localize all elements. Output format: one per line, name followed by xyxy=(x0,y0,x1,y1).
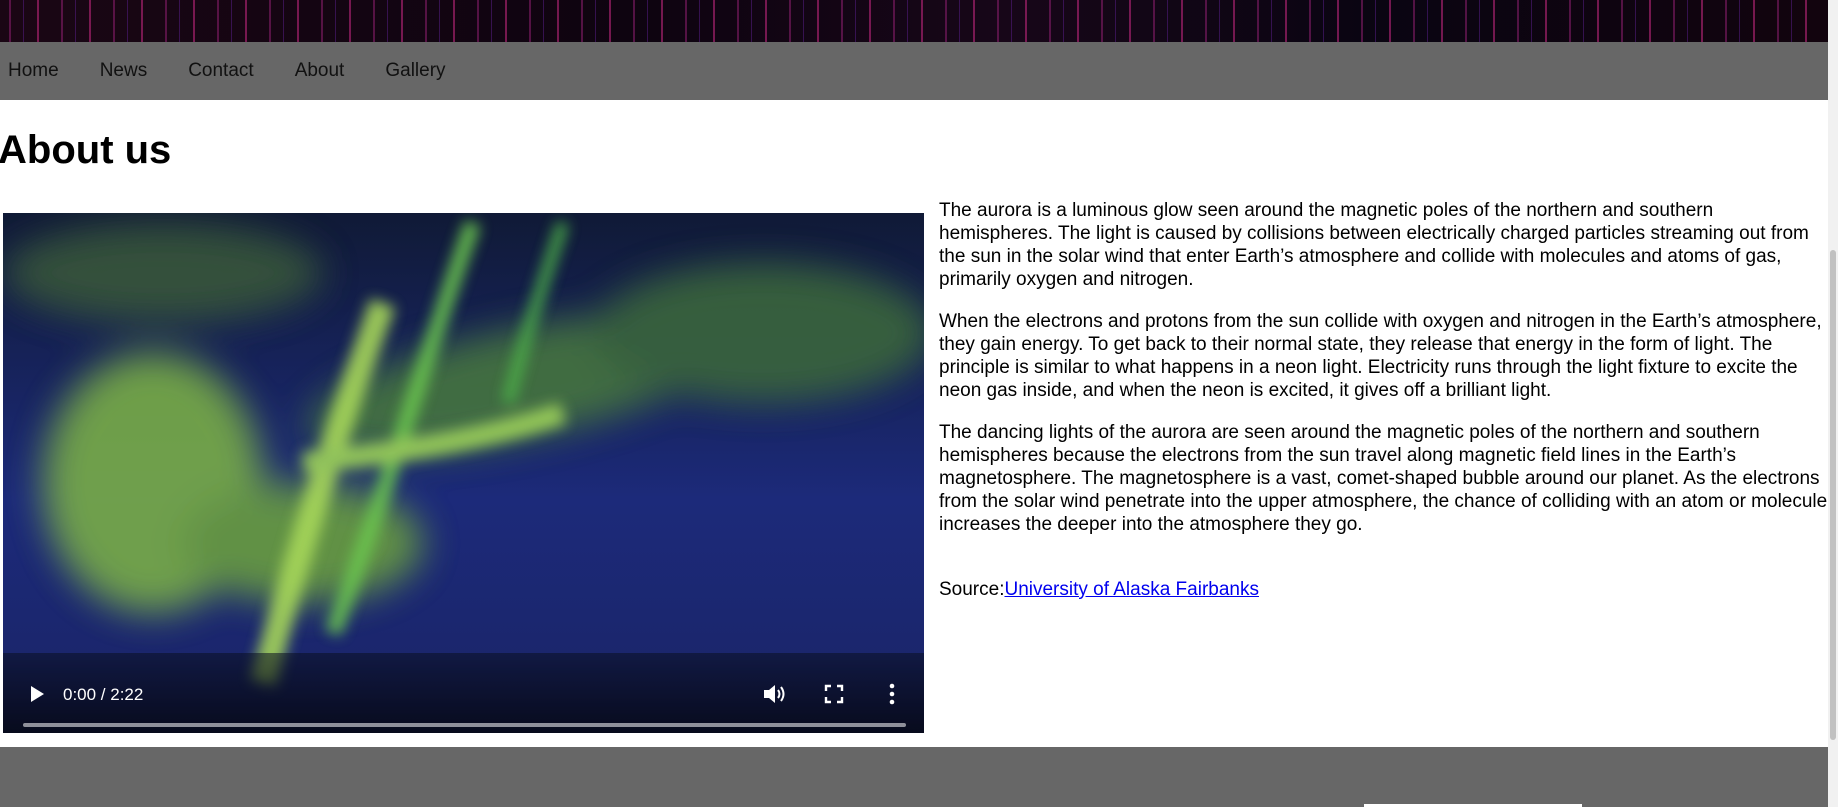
source-label: Source: xyxy=(939,579,1005,600)
paragraph-2: When the electrons and protons from the … xyxy=(939,311,1822,401)
volume-icon[interactable] xyxy=(762,682,788,706)
nav-news[interactable]: News xyxy=(100,42,148,100)
aurora-video-player[interactable]: 0:00 / 2:22 xyxy=(3,213,924,733)
page-scrollbar[interactable] xyxy=(1828,0,1838,807)
source-line: Source:University of Alaska Fairbanks xyxy=(939,578,1829,601)
video-time: 0:00 / 2:22 xyxy=(63,685,144,704)
header-banner xyxy=(0,0,1828,42)
paragraph-3: The dancing lights of the aurora are see… xyxy=(939,422,1828,535)
nav-contact[interactable]: Contact xyxy=(188,42,253,100)
main-nav: Home News Contact About Gallery xyxy=(0,42,1828,100)
source-link[interactable]: University of Alaska Fairbanks xyxy=(1004,579,1259,600)
play-icon[interactable] xyxy=(26,683,48,705)
nav-gallery[interactable]: Gallery xyxy=(385,42,445,100)
video-controls: 0:00 / 2:22 xyxy=(3,653,924,733)
scrollbar-thumb[interactable] xyxy=(1830,250,1836,740)
more-options-icon[interactable] xyxy=(887,682,897,706)
fullscreen-icon[interactable] xyxy=(824,684,844,704)
page-title: About us xyxy=(0,128,172,172)
about-text: The aurora is a luminous glow seen aroun… xyxy=(939,199,1829,620)
footer xyxy=(0,747,1828,807)
paragraph-1: The aurora is a luminous glow seen aroun… xyxy=(939,200,1809,290)
nav-home[interactable]: Home xyxy=(8,42,59,100)
video-progress-bar[interactable] xyxy=(23,723,906,727)
nav-about[interactable]: About xyxy=(295,42,345,100)
